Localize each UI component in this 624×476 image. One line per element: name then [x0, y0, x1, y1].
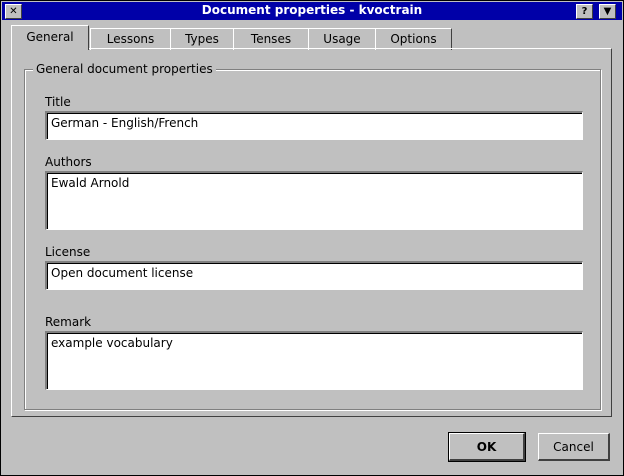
menu-icon[interactable]: ▼ — [599, 4, 616, 19]
title-label: Title — [45, 95, 71, 109]
tab-general[interactable]: General — [11, 25, 89, 50]
authors-label: Authors — [45, 155, 92, 169]
group-title: General document properties — [33, 62, 216, 76]
help-icon[interactable]: ? — [576, 4, 593, 19]
window-title: Document properties - kvoctrain — [201, 3, 423, 17]
authors-field[interactable]: Ewald Arnold — [45, 171, 583, 230]
tab-options[interactable]: Options — [375, 28, 452, 50]
license-label: License — [45, 245, 91, 259]
general-properties-group: General document properties Title German… — [24, 62, 601, 410]
tab-types[interactable]: Types — [170, 28, 234, 50]
tab-usage[interactable]: Usage — [308, 28, 376, 50]
tab-tenses[interactable]: Tenses — [233, 28, 309, 50]
cancel-button[interactable]: Cancel — [538, 433, 610, 461]
tab-panel: General document properties Title German… — [11, 48, 612, 417]
title-field[interactable]: German - English/French — [45, 111, 583, 140]
ok-button[interactable]: OK — [448, 432, 526, 462]
remark-field[interactable]: example vocabulary — [45, 331, 583, 390]
dialog-window: ✕ Document properties - kvoctrain ? ▼ Ge… — [0, 0, 624, 476]
title-bar[interactable]: ✕ Document properties - kvoctrain ? ▼ — [2, 2, 622, 20]
tab-lessons[interactable]: Lessons — [90, 28, 171, 50]
remark-label: Remark — [45, 315, 92, 329]
license-field[interactable]: Open document license — [45, 261, 583, 290]
